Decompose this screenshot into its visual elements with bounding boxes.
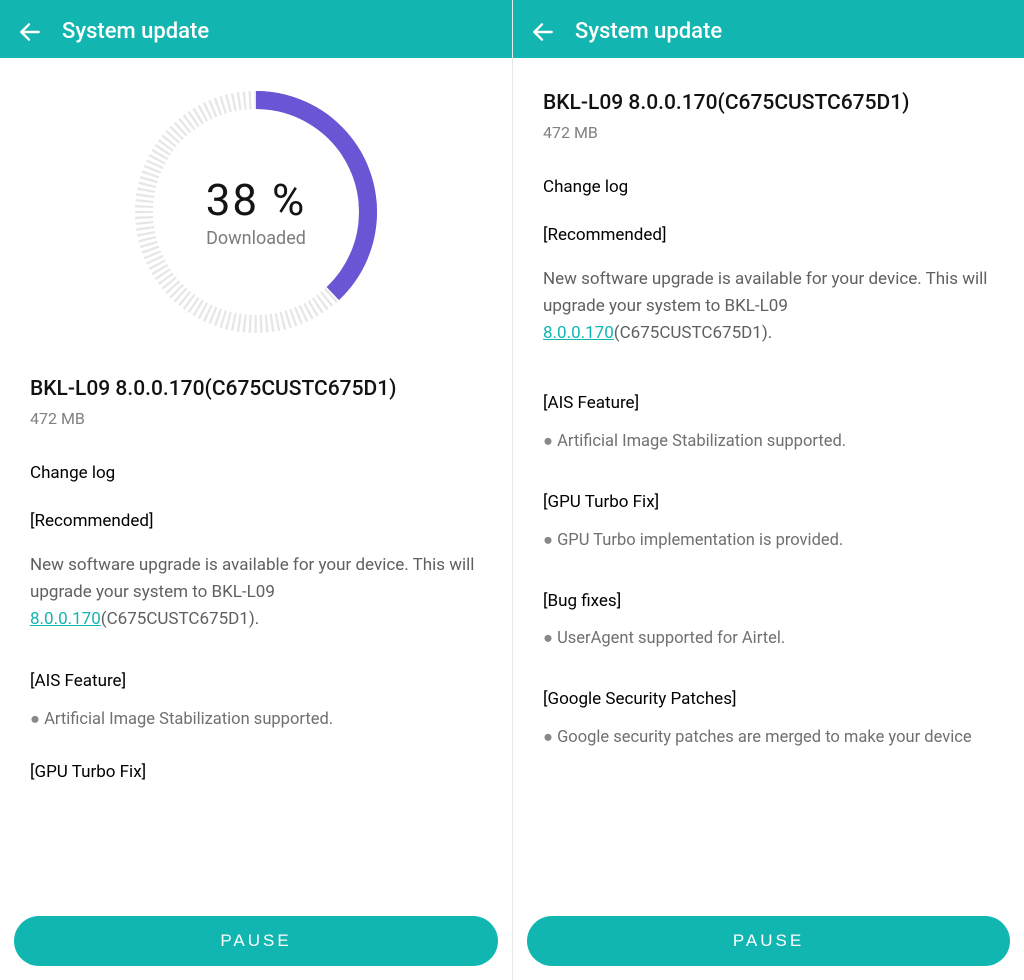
content-scroll[interactable]: BKL-L09 8.0.0.170(C675CUSTC675D1) 472 MB…	[513, 58, 1024, 908]
update-size: 472 MB	[543, 121, 994, 144]
update-version: BKL-L09 8.0.0.170(C675CUSTC675D1)	[30, 374, 482, 404]
page-title: System update	[575, 19, 722, 44]
paragraph-pre: New software upgrade is available for yo…	[543, 269, 987, 316]
progress-percent: 38 %	[126, 174, 386, 226]
update-size: 472 MB	[30, 407, 482, 430]
pause-button[interactable]: PAUSE	[527, 916, 1010, 966]
changelog-heading: Change log	[543, 175, 994, 200]
update-version: BKL-L09 8.0.0.170(C675CUSTC675D1)	[543, 88, 994, 118]
ais-bullet: ● Artificial Image Stabilization support…	[30, 708, 482, 732]
pause-button[interactable]: PAUSE	[14, 916, 498, 966]
bullet-dot-icon: ●	[543, 432, 557, 451]
paragraph-pre: New software upgrade is available for yo…	[30, 555, 474, 602]
section-gpu: [GPU Turbo Fix]	[30, 760, 482, 785]
bullet-dot-icon: ●	[30, 710, 44, 729]
app-bar: System update	[0, 0, 512, 58]
bug-bullet: ● UserAgent supported for Airtel.	[543, 627, 994, 651]
bottom-bar: PAUSE	[513, 904, 1024, 980]
section-ais: [AIS Feature]	[543, 391, 994, 416]
bullet-dot-icon: ●	[543, 531, 557, 550]
page-title: System update	[62, 19, 209, 44]
paragraph-post: (C675CUSTC675D1).	[101, 609, 259, 629]
ais-bullet-text: Artificial Image Stabilization supported…	[44, 710, 333, 729]
bottom-bar: PAUSE	[0, 904, 512, 980]
bullet-dot-icon: ●	[543, 629, 557, 648]
changelog-heading: Change log	[30, 461, 482, 486]
changelog: BKL-L09 8.0.0.170(C675CUSTC675D1) 472 MB…	[0, 354, 512, 809]
ais-bullet: ● Artificial Image Stabilization support…	[543, 430, 994, 454]
changelog: BKL-L09 8.0.0.170(C675CUSTC675D1) 472 MB…	[513, 58, 1024, 782]
screen-left: System update 38 % Downloaded	[0, 0, 512, 980]
paragraph-post: (C675CUSTC675D1).	[614, 323, 772, 343]
recommended-paragraph: New software upgrade is available for yo…	[30, 552, 482, 634]
progress-status: Downloaded	[126, 228, 386, 249]
screen-right: System update BKL-L09 8.0.0.170(C675CUST…	[512, 0, 1024, 980]
app-bar: System update	[513, 0, 1024, 58]
recommended-paragraph: New software upgrade is available for yo…	[543, 266, 994, 348]
bullet-dot-icon: ●	[543, 728, 557, 747]
download-progress: 38 % Downloaded	[0, 58, 512, 354]
ais-bullet-text: Artificial Image Stabilization supported…	[557, 432, 846, 451]
gsp-bullet: ● Google security patches are merged to …	[543, 726, 994, 750]
section-recommended: [Recommended]	[543, 223, 994, 248]
version-link[interactable]: 8.0.0.170	[543, 323, 614, 343]
progress-ring: 38 % Downloaded	[126, 82, 386, 342]
version-link[interactable]: 8.0.0.170	[30, 609, 101, 629]
gpu-bullet: ● GPU Turbo implementation is provided.	[543, 529, 994, 553]
gsp-bullet-text: Google security patches are merged to ma…	[557, 728, 972, 747]
gpu-bullet-text: GPU Turbo implementation is provided.	[557, 531, 843, 550]
section-recommended: [Recommended]	[30, 509, 482, 534]
arrow-left-icon	[17, 19, 43, 45]
section-bugfixes: [Bug fixes]	[543, 589, 994, 614]
bug-bullet-text: UserAgent supported for Airtel.	[557, 629, 785, 648]
section-gpu: [GPU Turbo Fix]	[543, 490, 994, 515]
back-button[interactable]	[525, 14, 561, 50]
section-security-patches: [Google Security Patches]	[543, 687, 994, 712]
section-ais: [AIS Feature]	[30, 669, 482, 694]
content-scroll[interactable]: 38 % Downloaded BKL-L09 8.0.0.170(C675CU…	[0, 58, 512, 908]
back-button[interactable]	[12, 14, 48, 50]
arrow-left-icon	[530, 19, 556, 45]
